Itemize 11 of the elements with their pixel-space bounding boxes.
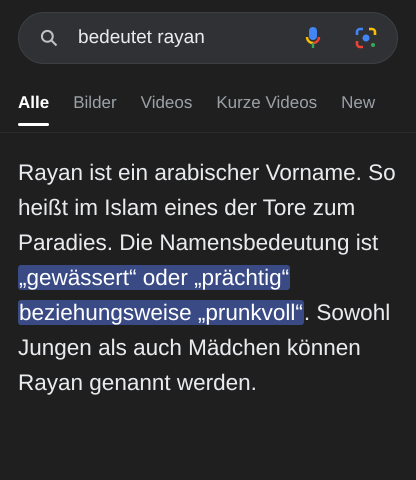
tab[interactable]: Alle: [18, 90, 50, 132]
camera-lens-icon[interactable]: [355, 27, 377, 49]
tab[interactable]: Videos: [140, 90, 192, 132]
tab[interactable]: Bilder: [73, 90, 117, 132]
tab[interactable]: Kurze Videos: [216, 90, 318, 132]
answer-text: Rayan ist ein arabischer Vorname. So heißt im Islam eines der Tore zum Paradies. Die Namensbedeutung ist „gewässert“ oder „prächtig“ beziehungsweise „prunkvoll“. Sowohl Jungen als auch Mädchen können Rayan genannt werden.: [17, 158, 397, 397]
microphone-icon[interactable]: [305, 26, 321, 50]
search-bar[interactable]: bedeutet rayan: [18, 12, 398, 64]
search-query: bedeutet rayan: [78, 26, 206, 50]
search-icon: [39, 28, 59, 48]
tab[interactable]: New: [341, 90, 376, 132]
